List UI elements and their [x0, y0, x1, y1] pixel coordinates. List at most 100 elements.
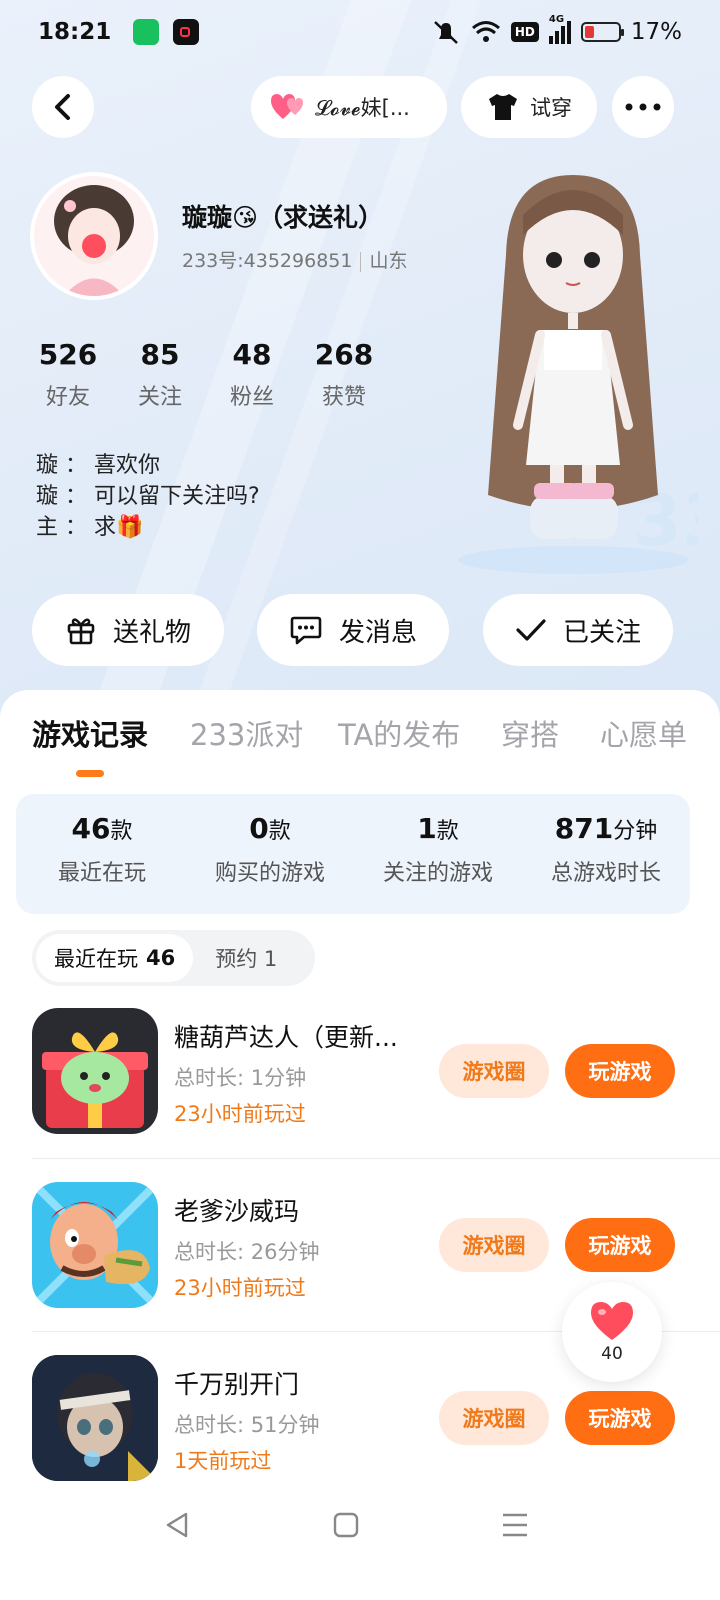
tab-outfits[interactable]: 穿搭: [501, 712, 559, 754]
followed-label: 已关注: [562, 617, 641, 648]
game-icon: [32, 1182, 158, 1308]
stat-label: 好友: [45, 385, 90, 410]
game-icon: [32, 1008, 158, 1134]
followed-button[interactable]: 已关注: [483, 594, 673, 666]
avatar-image: [34, 176, 154, 296]
bio-line: 璇 ： 可以留下关注吗?: [36, 484, 260, 509]
summary-unit: 分钟: [613, 819, 658, 844]
like-count: 40: [601, 1344, 623, 1364]
summary-label: 总游戏时长: [550, 861, 661, 886]
dont-open-door-game-art: [32, 1355, 158, 1481]
battery-percent: 17%: [630, 19, 682, 45]
stat-likes[interactable]: 268 获赞: [308, 338, 380, 411]
summary-label: 最近在玩: [57, 861, 146, 886]
segment-recent-count: 46: [146, 946, 176, 970]
avatar[interactable]: [30, 172, 158, 300]
try-on-label: 试穿: [530, 96, 572, 120]
segment-reserve[interactable]: 预约 1: [215, 943, 277, 973]
chevron-left-icon: [55, 94, 70, 120]
game-last-played: 23小时前玩过: [174, 1102, 306, 1126]
iqiyi-app-icon: [133, 19, 160, 45]
recorder-app-icon: [173, 19, 200, 45]
play-game-button[interactable]: 玩游戏: [565, 1218, 675, 1272]
chat-bubble-icon: [290, 616, 322, 645]
stat-friends[interactable]: 526 好友: [32, 338, 104, 411]
tab-posts[interactable]: TA的发布: [338, 712, 460, 754]
send-message-label: 发消息: [338, 617, 417, 648]
summary-label: 关注的游戏: [382, 861, 493, 886]
stat-label: 关注: [137, 385, 182, 410]
send-message-button[interactable]: 发消息: [257, 594, 449, 666]
papa-shawarma-game-art: [32, 1182, 158, 1308]
game-duration: 总时长: 1分钟: [174, 1066, 307, 1090]
tshirt-icon: [489, 94, 517, 120]
stat-label: 粉丝: [229, 385, 274, 410]
send-gift-label: 送礼物: [112, 617, 191, 648]
game-filter-segment: 最近在玩 46 预约 1: [32, 930, 315, 986]
tab-233-party[interactable]: 233派对: [190, 712, 303, 754]
nav-home-icon[interactable]: [331, 1510, 361, 1540]
summary-value: 0: [249, 812, 269, 845]
wifi-icon: [471, 21, 500, 42]
pair-label: 𝓛𝓸𝓿𝓮妹[...: [315, 96, 410, 120]
floating-like-button[interactable]: 40: [562, 1282, 662, 1382]
stat-following[interactable]: 85 关注: [124, 338, 196, 411]
send-gift-button[interactable]: 送礼物: [32, 594, 224, 666]
divider: [32, 1158, 720, 1159]
more-button[interactable]: [612, 76, 674, 138]
game-circle-button[interactable]: 游戏圈: [439, 1044, 549, 1098]
stat-number: 85: [140, 338, 180, 371]
summary-purchased[interactable]: 0款 购买的游戏: [186, 812, 354, 887]
gift-icon: [67, 618, 95, 645]
summary-value: 1: [417, 812, 437, 845]
more-dots-icon: [625, 103, 661, 111]
stat-number: 48: [232, 338, 272, 371]
stat-fans[interactable]: 48 粉丝: [216, 338, 288, 411]
segment-recent-label: 最近在玩: [54, 947, 138, 971]
game-last-played: 1天前玩过: [174, 1449, 272, 1473]
play-game-button[interactable]: 玩游戏: [565, 1391, 675, 1445]
bio-line: 主 ： 求🎁: [36, 515, 144, 540]
signal-icon: 4G: [548, 14, 571, 44]
game-last-played: 23小时前玩过: [174, 1276, 306, 1300]
pair-button[interactable]: 𝓛𝓸𝓿𝓮妹[...: [251, 76, 447, 138]
active-tab-indicator: [76, 770, 104, 777]
segment-recent[interactable]: 最近在玩 46: [36, 934, 194, 982]
game-circle-button[interactable]: 游戏圈: [439, 1218, 549, 1272]
profile-tabs: 游戏记录 233派对 TA的发布 穿搭 心愿单: [0, 712, 720, 762]
summary-value: 46: [71, 812, 111, 845]
check-icon: [516, 619, 546, 641]
hearts-icon: [271, 94, 303, 119]
stat-number: 268: [314, 338, 374, 371]
play-game-button[interactable]: 玩游戏: [565, 1044, 675, 1098]
summary-followed[interactable]: 1款 关注的游戏: [354, 812, 522, 887]
user-id: 233号:435296851: [182, 250, 353, 272]
stat-number: 526: [38, 338, 98, 371]
summary-unit: 款: [110, 819, 133, 844]
nav-menu-icon[interactable]: [500, 1510, 530, 1540]
tab-wishlist[interactable]: 心愿单: [600, 712, 687, 754]
tab-game-records[interactable]: 游戏记录: [32, 712, 148, 754]
system-nav-bar: [0, 1500, 720, 1600]
game-title: 老爹沙威玛: [174, 1197, 300, 1226]
game-icon: [32, 1355, 158, 1481]
status-time: 18:21: [38, 19, 112, 45]
stat-label: 获赞: [321, 385, 366, 410]
summary-total-time[interactable]: 871分钟 总游戏时长: [522, 812, 690, 887]
summary-value: 871: [554, 812, 614, 845]
user-id-line: 233号:435296851 山东: [182, 246, 407, 273]
back-button[interactable]: [32, 76, 94, 138]
game-title: 糖葫芦达人（更新...: [174, 1023, 398, 1052]
avatar-3d-character[interactable]: 33: [448, 165, 698, 585]
try-on-button[interactable]: 试穿: [461, 76, 597, 138]
heart-icon: [591, 1302, 633, 1340]
bio-line: 璇 ： 喜欢你: [36, 453, 160, 478]
game-circle-button[interactable]: 游戏圈: [439, 1391, 549, 1445]
gift-box-game-art: [42, 1032, 148, 1128]
summary-unit: 款: [436, 819, 459, 844]
game-item[interactable]: 糖葫芦达人（更新... 总时长: 1分钟 23小时前玩过 游戏圈 玩游戏: [0, 1008, 720, 1158]
summary-recent[interactable]: 46款 最近在玩: [18, 812, 186, 887]
bio: 璇 ： 喜欢你 璇 ： 可以留下关注吗? 主 ： 求🎁: [36, 450, 260, 543]
nav-back-icon[interactable]: [162, 1510, 192, 1540]
status-bar: 18:21 HD 4G 17%: [0, 0, 720, 64]
